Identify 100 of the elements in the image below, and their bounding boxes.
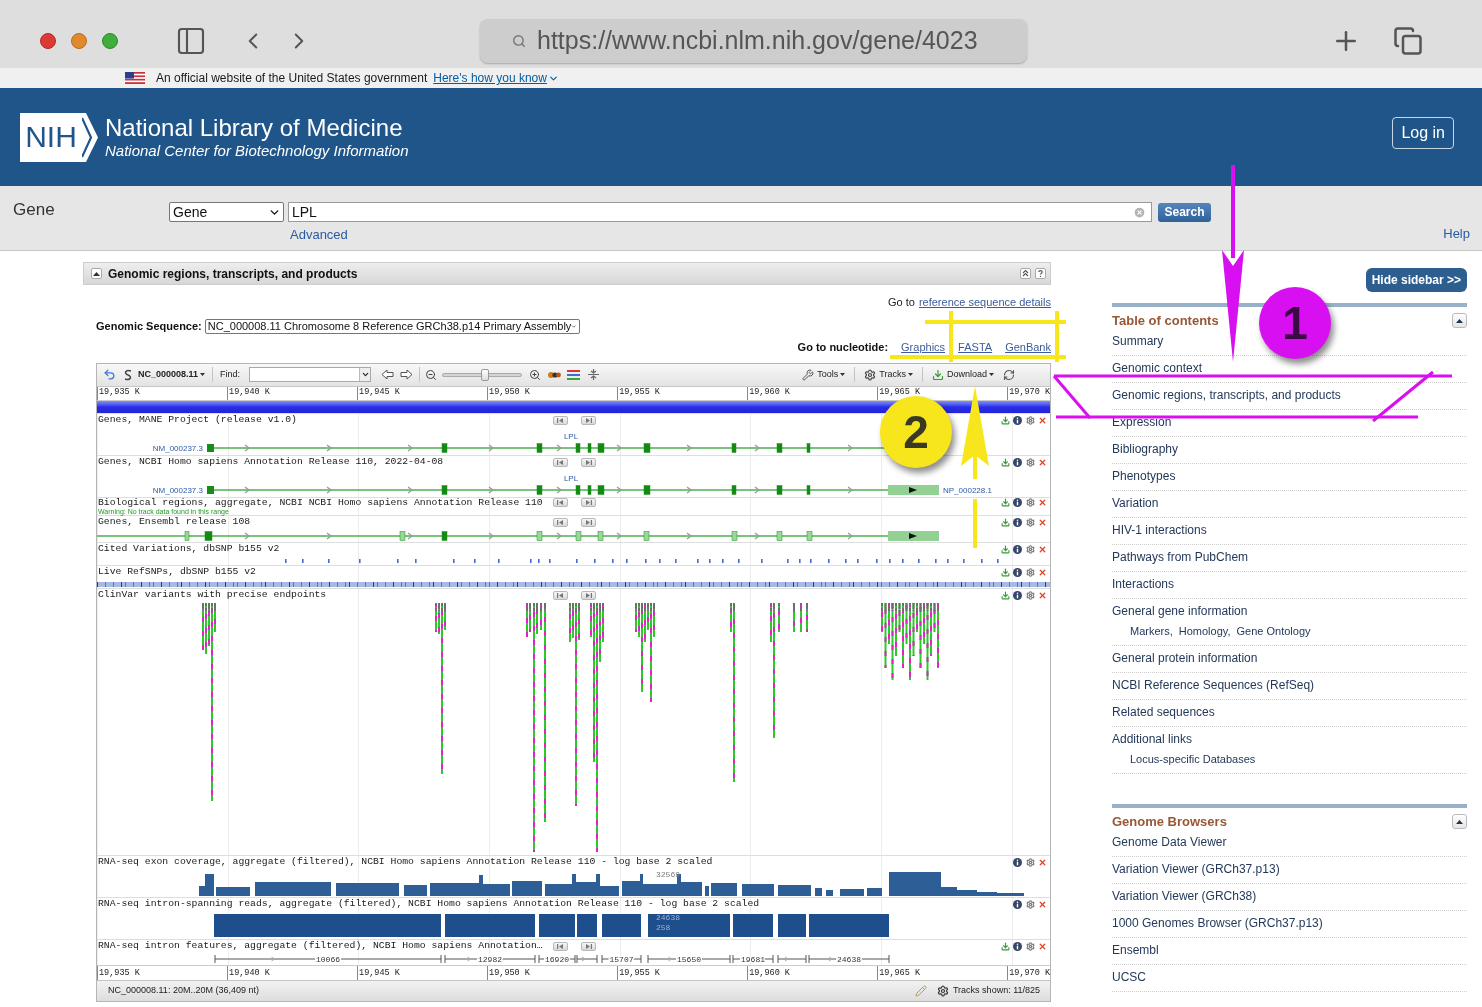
settings-icon[interactable] [1025, 544, 1035, 554]
site-title[interactable]: National Library of Medicine [105, 114, 409, 142]
tabs-overview-icon[interactable] [1393, 26, 1423, 56]
settings-icon[interactable] [1025, 857, 1035, 867]
sidebar-link[interactable]: Genomic regions, transcripts, and products [1112, 388, 1341, 402]
next-feature-button[interactable] [581, 941, 596, 951]
sidebar-link[interactable]: Variation Viewer (GRCh38) [1112, 889, 1257, 903]
next-feature-button[interactable] [581, 415, 596, 425]
sequence-select[interactable]: NC_000008.11 Chromosome 8 Reference GRCh38.p14 Primary Assembly [204, 318, 580, 334]
sidebar-link[interactable]: Variation [1112, 496, 1159, 510]
download-icon[interactable] [1000, 590, 1010, 600]
tracks-menu-button[interactable]: Tracks [864, 367, 913, 382]
info-icon[interactable] [1013, 415, 1022, 425]
info-icon[interactable] [1013, 498, 1022, 507]
banner-link[interactable]: Here's how you know [433, 69, 559, 87]
sidebar-link[interactable]: NCBI Reference Sequences (RefSeq) [1112, 678, 1315, 692]
window-zoom-icon[interactable] [102, 33, 118, 49]
download-icon[interactable] [1000, 415, 1010, 425]
close-icon[interactable] [1038, 590, 1047, 600]
next-feature-button[interactable] [581, 590, 596, 600]
close-icon[interactable] [1038, 517, 1047, 527]
settings-icon[interactable] [1025, 457, 1035, 467]
settings-icon[interactable] [1025, 567, 1035, 577]
close-icon[interactable] [1038, 415, 1047, 425]
sidebar-link[interactable]: UCSC [1112, 970, 1146, 984]
previous-feature-button[interactable] [553, 941, 568, 951]
arrow-left-icon[interactable] [381, 369, 395, 380]
double-chevron-up-icon[interactable] [1020, 268, 1031, 279]
info-icon[interactable] [1013, 899, 1022, 909]
search-button[interactable]: Search [1158, 202, 1211, 222]
sidebar-link[interactable]: HIV-1 interactions [1112, 523, 1207, 537]
fit-arrows-icon[interactable] [588, 369, 600, 380]
zoom-out-icon[interactable] [425, 368, 438, 381]
close-icon[interactable] [1038, 567, 1047, 577]
info-icon[interactable] [1013, 544, 1022, 554]
collapse-icon[interactable] [91, 268, 102, 279]
sidebar-link[interactable]: Summary [1112, 334, 1164, 348]
sidebar-link[interactable]: Ensembl [1112, 943, 1159, 957]
settings-icon[interactable] [1025, 415, 1035, 425]
close-icon[interactable] [1038, 498, 1047, 507]
info-icon[interactable] [1013, 941, 1022, 951]
arrow-right-icon[interactable] [400, 369, 414, 380]
settings-icon[interactable] [1025, 498, 1035, 507]
download-icon[interactable] [1000, 567, 1010, 577]
nucleotide-link[interactable]: FASTA [958, 340, 993, 354]
download-icon[interactable] [1000, 498, 1010, 507]
settings-icon[interactable] [936, 984, 949, 997]
collapse-button[interactable] [1452, 313, 1467, 328]
next-feature-button[interactable] [581, 457, 596, 467]
close-icon[interactable] [1038, 899, 1047, 909]
next-feature-button[interactable] [581, 498, 596, 507]
advanced-link[interactable]: Advanced [290, 227, 348, 242]
sidebar-link[interactable]: General protein information [1112, 651, 1258, 665]
undo-icon[interactable] [103, 368, 116, 381]
download-icon[interactable] [1000, 941, 1010, 951]
info-icon[interactable] [1013, 457, 1022, 467]
help-link[interactable]: Help [1443, 226, 1470, 241]
sidebar-link[interactable]: Related sequences [1112, 705, 1215, 719]
find-field[interactable] [249, 367, 372, 382]
info-icon[interactable] [1013, 517, 1022, 527]
database-select[interactable]: Gene [169, 202, 284, 222]
pencil-icon[interactable] [914, 984, 927, 997]
nucleotide-link[interactable]: Graphics [901, 340, 946, 354]
nucleotide-link[interactable]: GenBank [1005, 340, 1051, 354]
sidebar-link[interactable]: 1000 Genomes Browser (GRCh37.p13) [1112, 916, 1323, 930]
previous-feature-button[interactable] [553, 415, 568, 425]
sidebar-link[interactable]: Genomic context [1112, 361, 1203, 375]
previous-feature-button[interactable] [553, 517, 568, 527]
search-field[interactable]: LPL [288, 202, 1152, 222]
info-icon[interactable] [1013, 857, 1022, 867]
sidebar-link[interactable]: Interactions [1112, 577, 1175, 591]
settings-icon[interactable] [1025, 941, 1035, 951]
help-icon[interactable] [1035, 268, 1046, 279]
sidebar-sublink[interactable]: Markers, [1130, 624, 1173, 638]
sidebar-link[interactable]: General gene information [1112, 604, 1248, 618]
info-icon[interactable] [1013, 567, 1022, 577]
info-icon[interactable] [1013, 590, 1022, 600]
sidebar-link[interactable]: Genome Data Viewer [1112, 835, 1227, 849]
sidebar-sublink[interactable]: Homology, [1178, 624, 1231, 638]
settings-icon[interactable] [1025, 590, 1035, 600]
circles-icon[interactable] [548, 369, 562, 380]
collapse-button[interactable] [1452, 814, 1467, 829]
sequence-menu-button[interactable]: NC_000008.11 [138, 367, 206, 382]
sidebar-link[interactable]: Expression [1112, 415, 1172, 429]
close-icon[interactable] [1038, 457, 1047, 467]
zoom-in-icon[interactable] [529, 368, 542, 381]
sidebar-link[interactable]: Additional links [1112, 732, 1193, 746]
settings-icon[interactable] [1025, 517, 1035, 527]
address-bar[interactable]: https://www.ncbi.nlm.nih.gov/gene/4023 [480, 19, 1027, 63]
sidebar-link[interactable]: Variation Viewer (GRCh37.p13) [1112, 862, 1280, 876]
download-icon[interactable] [1000, 517, 1010, 527]
close-icon[interactable] [1038, 544, 1047, 554]
sidebar-link[interactable]: Pathways from PubChem [1112, 550, 1249, 564]
previous-feature-button[interactable] [553, 590, 568, 600]
login-button[interactable]: Log in [1392, 117, 1454, 149]
download-icon[interactable] [1000, 544, 1010, 554]
slider-thumb[interactable] [481, 368, 490, 381]
sidebar-link[interactable]: Bibliography [1112, 442, 1179, 456]
hide-sidebar-button[interactable]: Hide sidebar >> [1365, 268, 1467, 292]
close-icon[interactable] [1038, 941, 1047, 951]
